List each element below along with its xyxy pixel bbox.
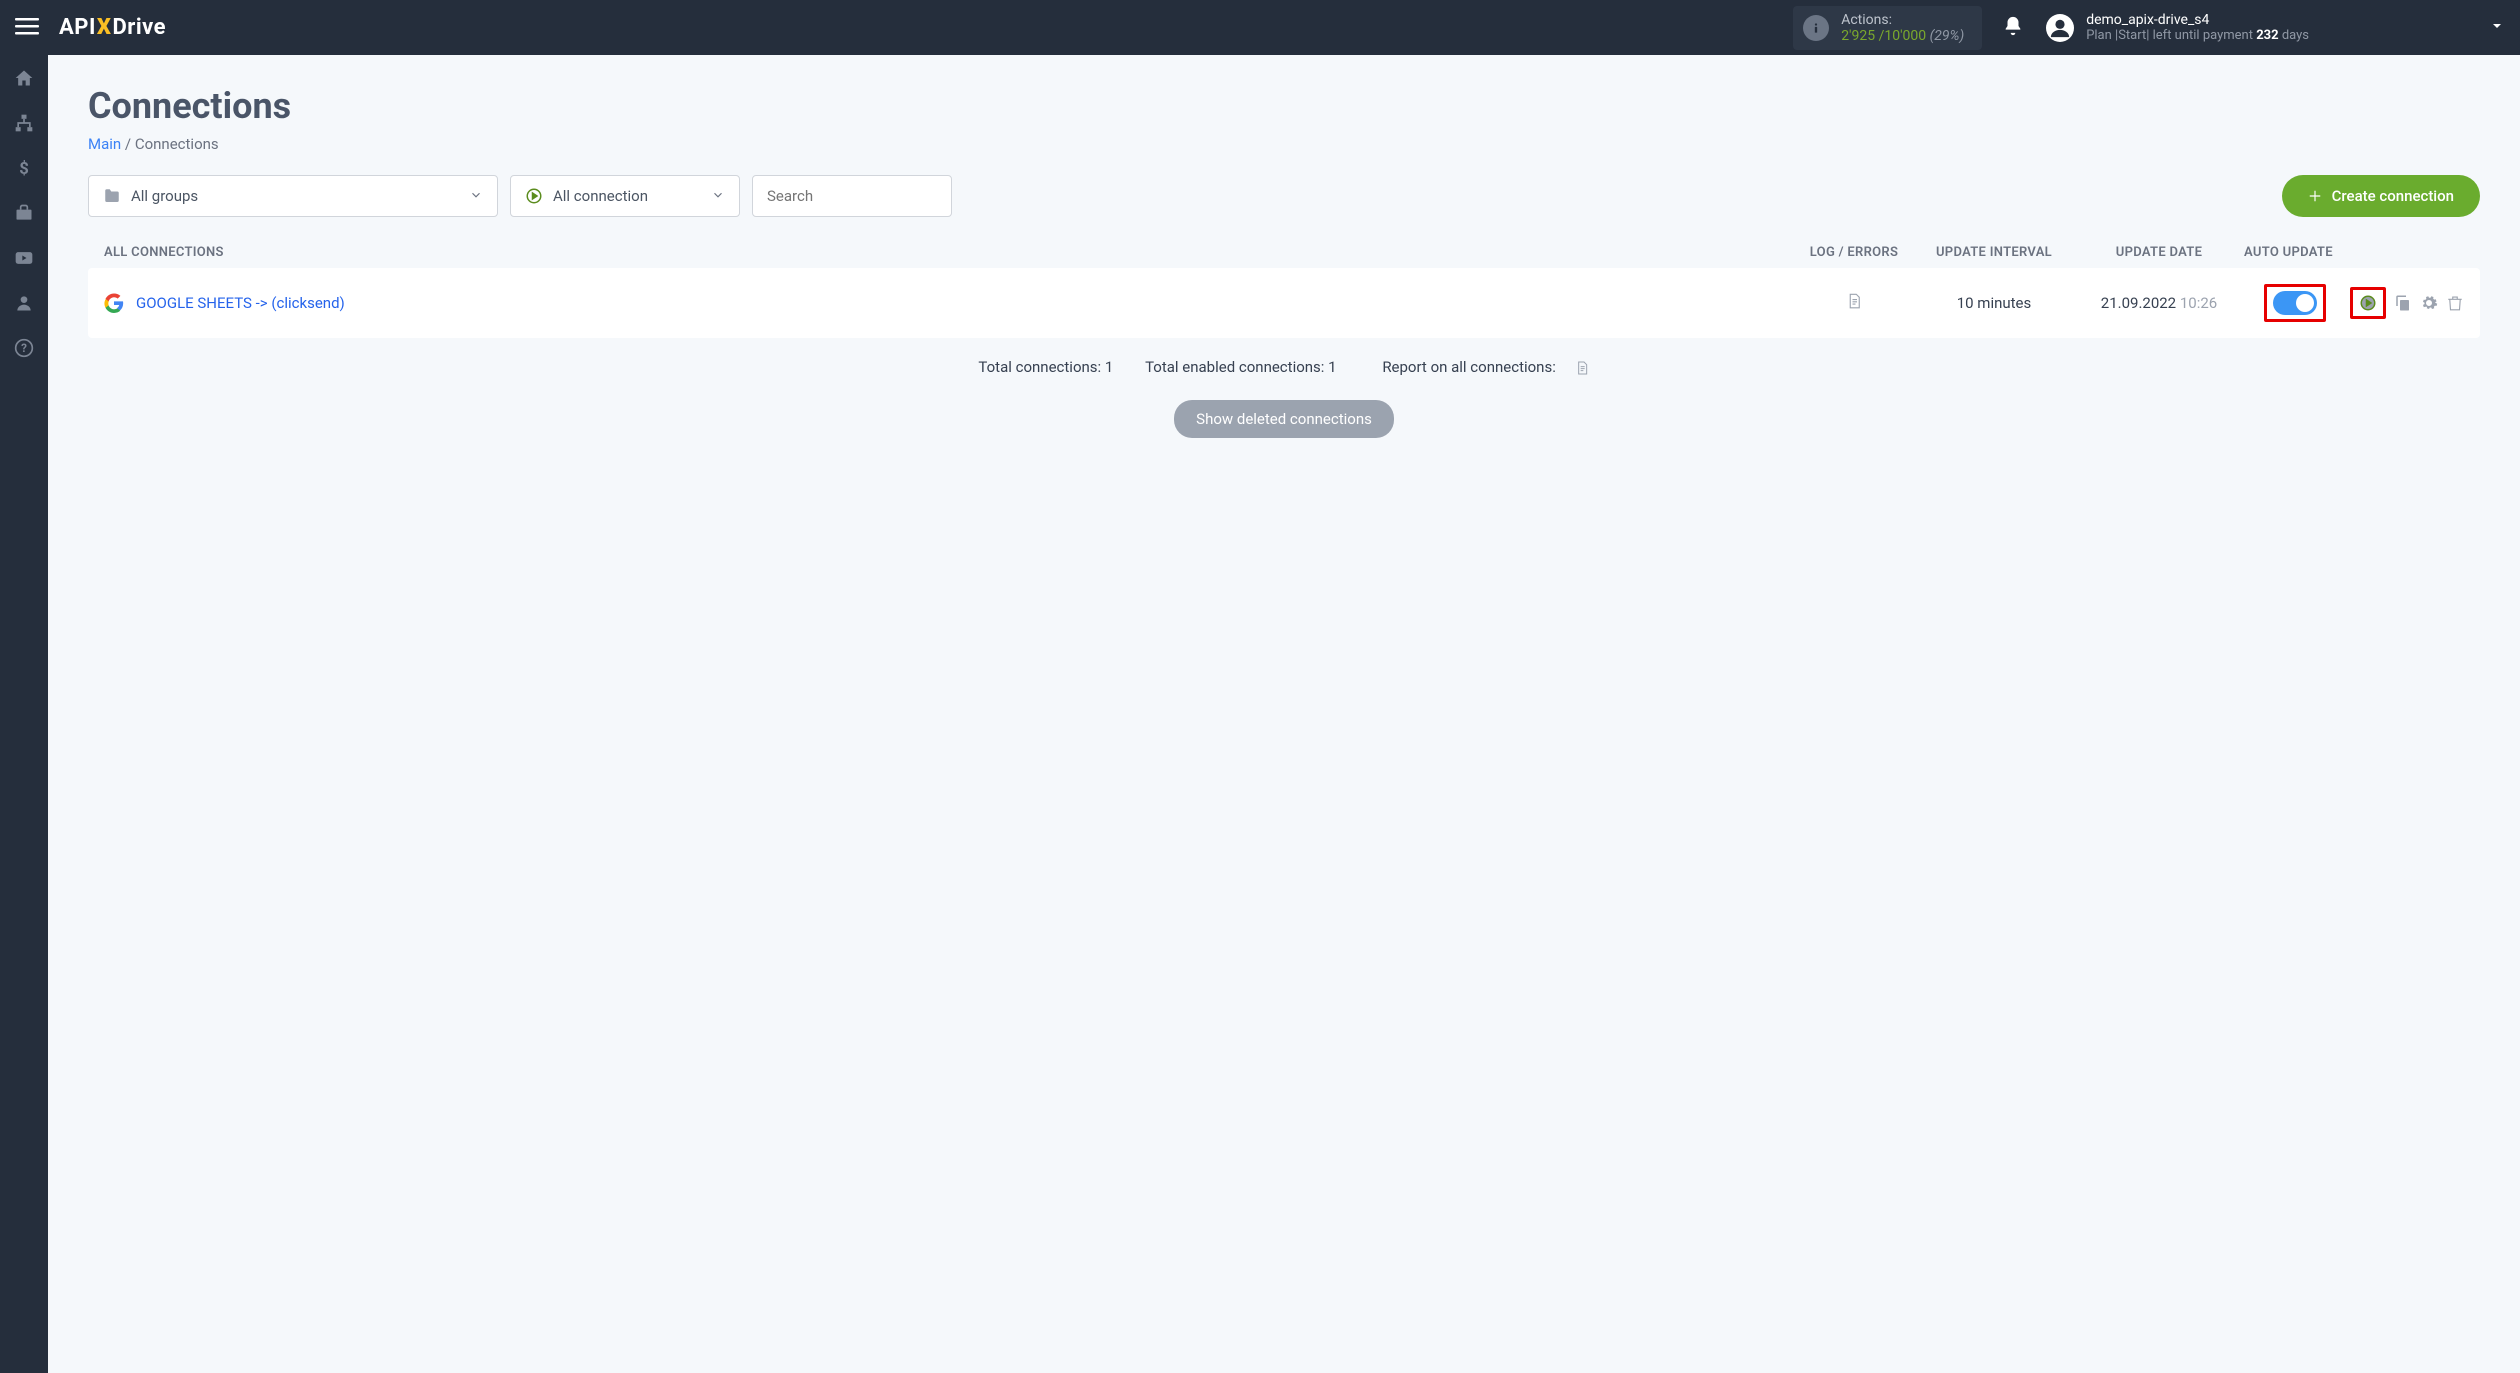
sidebar-item-tools[interactable] <box>0 190 48 235</box>
info-icon <box>1803 15 1829 41</box>
sidebar-item-billing[interactable]: $ <box>0 145 48 190</box>
settings-button[interactable] <box>2420 294 2438 312</box>
svg-text:?: ? <box>21 341 27 355</box>
run-button[interactable] <box>2359 294 2377 312</box>
chevron-down-icon <box>469 187 483 206</box>
plus-icon <box>2308 189 2322 203</box>
logo-drive: Drive <box>112 15 166 40</box>
summary-enabled: Total enabled connections: 1 <box>1145 358 1337 376</box>
summary: Total connections: 1 Total enabled conne… <box>88 358 2480 376</box>
delete-button[interactable] <box>2446 294 2464 312</box>
log-button[interactable] <box>1794 292 1914 314</box>
actions-current: 2'925 <box>1841 28 1875 44</box>
col-header-auto: AUTO UPDATE <box>2244 245 2464 260</box>
briefcase-icon <box>14 203 34 223</box>
top-header: APIXDrive Actions: 2'925 /10'000 (29%) d… <box>0 0 2520 55</box>
connection-label: All connection <box>553 187 711 205</box>
page-title: Connections <box>88 85 2480 127</box>
user-icon <box>14 293 34 313</box>
gear-icon <box>2420 294 2438 312</box>
hamburger-menu[interactable] <box>15 14 39 42</box>
connection-select[interactable]: All connection <box>510 175 740 217</box>
connection-name-link[interactable]: GOOGLE SHEETS -> (clicksend) <box>136 294 1794 312</box>
actions-sep: / <box>1875 28 1884 44</box>
sidebar-item-home[interactable] <box>0 55 48 100</box>
breadcrumb-main[interactable]: Main <box>88 135 121 153</box>
col-header-log: LOG / ERRORS <box>1794 245 1914 260</box>
svg-text:$: $ <box>19 159 29 177</box>
actions-indicator[interactable]: Actions: 2'925 /10'000 (29%) <box>1793 6 1982 50</box>
groups-select[interactable]: All groups <box>88 175 498 217</box>
home-icon <box>14 68 34 88</box>
connection-actions <box>2244 284 2464 322</box>
highlight-toggle <box>2264 284 2326 322</box>
col-header-name: ALL CONNECTIONS <box>104 245 1794 260</box>
trash-icon <box>2446 294 2464 312</box>
document-icon <box>1845 292 1863 310</box>
folder-icon <box>103 187 121 205</box>
table-header: ALL CONNECTIONS LOG / ERRORS UPDATE INTE… <box>88 237 2480 268</box>
auto-update-toggle[interactable] <box>2273 291 2317 315</box>
play-circle-icon <box>2359 294 2377 312</box>
help-icon: ? <box>14 338 34 358</box>
sidebar: $ ? <box>0 55 48 1373</box>
bell-icon <box>2002 15 2024 37</box>
sidebar-item-connections[interactable] <box>0 100 48 145</box>
show-deleted-button[interactable]: Show deleted connections <box>1174 400 1394 438</box>
col-header-interval: UPDATE INTERVAL <box>1914 245 2074 260</box>
actions-label: Actions: <box>1841 12 1964 28</box>
breadcrumb-current: Connections <box>135 135 219 153</box>
copy-button[interactable] <box>2394 294 2412 312</box>
create-connection-button[interactable]: Create connection <box>2282 175 2480 217</box>
document-icon <box>1574 360 1590 376</box>
avatar-icon <box>2046 14 2074 42</box>
user-name: demo_apix-drive_s4 <box>2086 12 2309 28</box>
sidebar-item-profile[interactable] <box>0 280 48 325</box>
chevron-down-icon <box>2489 18 2505 38</box>
copy-icon <box>2394 294 2412 312</box>
col-header-date: UPDATE DATE <box>2074 245 2244 260</box>
sidebar-item-help[interactable]: ? <box>0 325 48 370</box>
dollar-icon: $ <box>14 158 34 178</box>
menu-icon <box>15 14 39 38</box>
user-menu[interactable]: demo_apix-drive_s4 Plan |Start| left unt… <box>2046 12 2505 43</box>
play-circle-icon <box>525 187 543 205</box>
user-plan: Plan |Start| left until payment 232 days <box>2086 28 2309 43</box>
chevron-down-icon <box>711 187 725 206</box>
logo[interactable]: APIXDrive <box>59 15 166 40</box>
table-row: GOOGLE SHEETS -> (clicksend) 10 minutes … <box>88 268 2480 338</box>
sitemap-icon <box>14 113 34 133</box>
sidebar-item-video[interactable] <box>0 235 48 280</box>
youtube-icon <box>14 248 34 268</box>
actions-total: 10'000 <box>1884 28 1926 44</box>
actions-pct: (29%) <box>1926 28 1964 44</box>
connection-interval: 10 minutes <box>1914 294 2074 312</box>
logo-api: API <box>59 15 96 40</box>
summary-report: Report on all connections: <box>1368 358 1589 376</box>
filters-row: All groups All connection Create connect… <box>88 175 2480 217</box>
groups-label: All groups <box>131 187 469 205</box>
notifications-button[interactable] <box>2002 15 2024 41</box>
main-content: Connections Main / Connections All group… <box>48 55 2520 1373</box>
logo-x: X <box>97 15 112 40</box>
summary-total: Total connections: 1 <box>978 358 1113 376</box>
breadcrumb: Main / Connections <box>88 135 2480 153</box>
create-label: Create connection <box>2332 187 2454 205</box>
connection-date: 21.09.2022 10:26 <box>2074 294 2244 312</box>
highlight-play <box>2350 287 2386 319</box>
search-input[interactable] <box>752 175 952 217</box>
google-icon <box>104 293 124 313</box>
